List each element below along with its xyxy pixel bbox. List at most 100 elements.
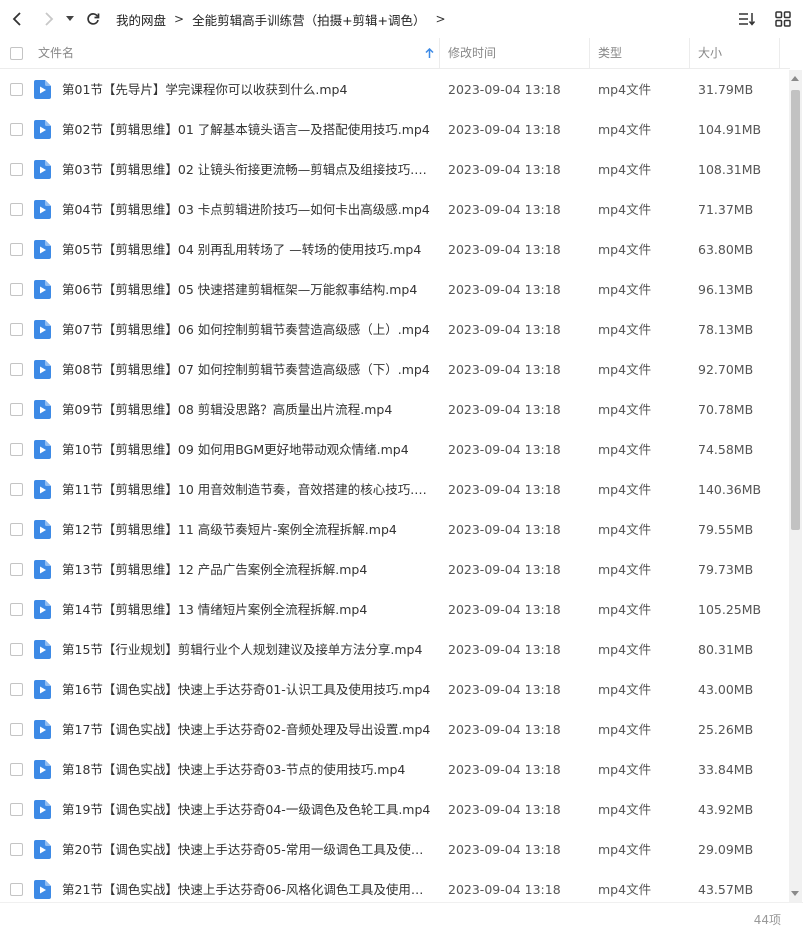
table-row[interactable]: 第01节【先导片】学完课程你可以收获到什么.mp4 2023-09-04 13:1…: [0, 70, 790, 110]
file-name[interactable]: 第10节【剪辑思维】09 如何用BGM更好地带动观众情绪.mp4: [62, 430, 434, 470]
history-dropdown[interactable]: [62, 6, 78, 32]
modified-time: 2023-09-04 13:18: [448, 722, 561, 737]
row-checkbox[interactable]: [10, 443, 23, 456]
file-name[interactable]: 第16节【调色实战】快速上手达芬奇01-认识工具及使用技巧.mp4: [62, 670, 434, 710]
modified-time: 2023-09-04 13:18: [448, 842, 561, 857]
row-checkbox[interactable]: [10, 723, 23, 736]
row-checkbox[interactable]: [10, 603, 23, 616]
row-checkbox[interactable]: [10, 483, 23, 496]
file-name[interactable]: 第18节【调色实战】快速上手达芬奇03-节点的使用技巧.mp4: [62, 750, 434, 790]
row-checkbox[interactable]: [10, 283, 23, 296]
arrow-right-icon: [45, 12, 54, 26]
file-type: mp4文件: [598, 722, 652, 737]
table-row[interactable]: 第09节【剪辑思维】08 剪辑没思路？高质量出片流程.mp4 2023-09-04…: [0, 390, 790, 430]
row-checkbox[interactable]: [10, 403, 23, 416]
file-name[interactable]: 第14节【剪辑思维】13 情绪短片案例全流程拆解.mp4: [62, 590, 434, 630]
table-row[interactable]: 第16节【调色实战】快速上手达芬奇01-认识工具及使用技巧.mp4 2023-09…: [0, 670, 790, 710]
refresh-button[interactable]: [80, 6, 106, 32]
header-modified[interactable]: 修改时间: [448, 38, 496, 69]
file-name[interactable]: 第07节【剪辑思维】06 如何控制剪辑节奏营造高级感（上）.mp4: [62, 310, 434, 350]
file-name[interactable]: 第15节【行业规划】剪辑行业个人规划建议及接单方法分享.mp4: [62, 630, 434, 670]
table-row[interactable]: 第02节【剪辑思维】01 了解基本镜头语言—及搭配使用技巧.mp4 2023-09…: [0, 110, 790, 150]
row-checkbox[interactable]: [10, 123, 23, 136]
table-row[interactable]: 第19节【调色实战】快速上手达芬奇04-一级调色及色轮工具.mp4 2023-09…: [0, 790, 790, 830]
row-checkbox[interactable]: [10, 83, 23, 96]
column-divider[interactable]: [439, 38, 440, 69]
sort-ascending-icon[interactable]: [425, 48, 434, 59]
row-checkbox[interactable]: [10, 163, 23, 176]
table-row[interactable]: 第11节【剪辑思维】10 用音效制造节奏，音效搭建的核心技巧.mp4 2023-0…: [0, 470, 790, 510]
file-name[interactable]: 第04节【剪辑思维】03 卡点剪辑进阶技巧—如何卡出高级感.mp4: [62, 190, 434, 230]
file-name[interactable]: 第01节【先导片】学完课程你可以收获到什么.mp4: [62, 70, 434, 110]
file-name[interactable]: 第12节【剪辑思维】11 高级节奏短片-案例全流程拆解.mp4: [62, 510, 434, 550]
column-divider[interactable]: [779, 38, 780, 69]
back-button[interactable]: [4, 6, 30, 32]
table-row[interactable]: 第07节【剪辑思维】06 如何控制剪辑节奏营造高级感（上）.mp4 2023-09…: [0, 310, 790, 350]
header-name[interactable]: 文件名: [38, 38, 74, 69]
breadcrumb-root[interactable]: 我的网盘: [116, 10, 166, 29]
row-checkbox[interactable]: [10, 883, 23, 896]
table-row[interactable]: 第13节【剪辑思维】12 产品广告案例全流程拆解.mp4 2023-09-04 1…: [0, 550, 790, 590]
table-row[interactable]: 第03节【剪辑思维】02 让镜头衔接更流畅—剪辑点及组接技巧.mp4 2023-0…: [0, 150, 790, 190]
file-name[interactable]: 第13节【剪辑思维】12 产品广告案例全流程拆解.mp4: [62, 550, 434, 590]
column-divider[interactable]: [689, 38, 690, 69]
row-checkbox[interactable]: [10, 243, 23, 256]
vertical-scrollbar[interactable]: [789, 70, 802, 902]
file-name[interactable]: 第11节【剪辑思维】10 用音效制造节奏，音效搭建的核心技巧.mp4: [62, 470, 434, 510]
row-checkbox[interactable]: [10, 803, 23, 816]
video-file-icon: [34, 280, 51, 299]
row-checkbox[interactable]: [10, 323, 23, 336]
table-row[interactable]: 第05节【剪辑思维】04 别再乱用转场了 —转场的使用技巧.mp4 2023-09…: [0, 230, 790, 270]
row-checkbox[interactable]: [10, 563, 23, 576]
row-checkbox[interactable]: [10, 843, 23, 856]
table-row[interactable]: 第18节【调色实战】快速上手达芬奇03-节点的使用技巧.mp4 2023-09-0…: [0, 750, 790, 790]
table-row[interactable]: 第21节【调色实战】快速上手达芬奇06-风格化调色工具及使用技巧... 2023-…: [0, 870, 790, 900]
table-row[interactable]: 第06节【剪辑思维】05 快速搭建剪辑框架—万能叙事结构.mp4 2023-09-…: [0, 270, 790, 310]
file-type: mp4文件: [598, 562, 652, 577]
grid-view-button[interactable]: [773, 9, 793, 29]
file-name[interactable]: 第05节【剪辑思维】04 别再乱用转场了 —转场的使用技巧.mp4: [62, 230, 434, 270]
file-name[interactable]: 第09节【剪辑思维】08 剪辑没思路？高质量出片流程.mp4: [62, 390, 434, 430]
scroll-down-icon[interactable]: [791, 891, 799, 896]
file-name[interactable]: 第02节【剪辑思维】01 了解基本镜头语言—及搭配使用技巧.mp4: [62, 110, 434, 150]
sort-menu-button[interactable]: [737, 9, 757, 29]
chevron-right-icon[interactable]: >: [436, 12, 446, 26]
row-checkbox[interactable]: [10, 523, 23, 536]
scroll-up-icon[interactable]: [791, 76, 799, 81]
column-divider[interactable]: [589, 38, 590, 69]
breadcrumb-current-folder[interactable]: 全能剪辑高手训练营（拍摄+剪辑+调色）: [192, 10, 425, 29]
table-row[interactable]: 第08节【剪辑思维】07 如何控制剪辑节奏营造高级感（下）.mp4 2023-09…: [0, 350, 790, 390]
table-row[interactable]: 第04节【剪辑思维】03 卡点剪辑进阶技巧—如何卡出高级感.mp4 2023-09…: [0, 190, 790, 230]
file-name[interactable]: 第06节【剪辑思维】05 快速搭建剪辑框架—万能叙事结构.mp4: [62, 270, 434, 310]
row-checkbox[interactable]: [10, 203, 23, 216]
row-checkbox[interactable]: [10, 643, 23, 656]
table-row[interactable]: 第14节【剪辑思维】13 情绪短片案例全流程拆解.mp4 2023-09-04 1…: [0, 590, 790, 630]
file-name[interactable]: 第19节【调色实战】快速上手达芬奇04-一级调色及色轮工具.mp4: [62, 790, 434, 830]
modified-time: 2023-09-04 13:18: [448, 522, 561, 537]
row-checkbox[interactable]: [10, 363, 23, 376]
video-file-icon: [34, 360, 51, 379]
row-checkbox[interactable]: [10, 683, 23, 696]
file-name[interactable]: 第20节【调色实战】快速上手达芬奇05-常用一级调色工具及使用技...: [62, 830, 434, 870]
scrollbar-thumb[interactable]: [791, 90, 800, 530]
table-row[interactable]: 第15节【行业规划】剪辑行业个人规划建议及接单方法分享.mp4 2023-09-0…: [0, 630, 790, 670]
forward-button[interactable]: [36, 6, 62, 32]
file-name[interactable]: 第08节【剪辑思维】07 如何控制剪辑节奏营造高级感（下）.mp4: [62, 350, 434, 390]
header-size[interactable]: 大小: [698, 38, 722, 69]
modified-time: 2023-09-04 13:18: [448, 682, 561, 697]
file-type: mp4文件: [598, 122, 652, 137]
video-file-icon: [34, 720, 51, 739]
file-type: mp4文件: [598, 242, 652, 257]
file-name[interactable]: 第21节【调色实战】快速上手达芬奇06-风格化调色工具及使用技巧...: [62, 870, 434, 900]
select-all-checkbox[interactable]: [10, 47, 23, 60]
modified-time: 2023-09-04 13:18: [448, 282, 561, 297]
table-row[interactable]: 第20节【调色实战】快速上手达芬奇05-常用一级调色工具及使用技... 2023-…: [0, 830, 790, 870]
table-row[interactable]: 第12节【剪辑思维】11 高级节奏短片-案例全流程拆解.mp4 2023-09-0…: [0, 510, 790, 550]
file-type: mp4文件: [598, 202, 652, 217]
table-row[interactable]: 第10节【剪辑思维】09 如何用BGM更好地带动观众情绪.mp4 2023-09-…: [0, 430, 790, 470]
file-name[interactable]: 第17节【调色实战】快速上手达芬奇02-音频处理及导出设置.mp4: [62, 710, 434, 750]
file-name[interactable]: 第03节【剪辑思维】02 让镜头衔接更流畅—剪辑点及组接技巧.mp4: [62, 150, 434, 190]
header-type[interactable]: 类型: [598, 38, 622, 69]
row-checkbox[interactable]: [10, 763, 23, 776]
table-row[interactable]: 第17节【调色实战】快速上手达芬奇02-音频处理及导出设置.mp4 2023-09…: [0, 710, 790, 750]
